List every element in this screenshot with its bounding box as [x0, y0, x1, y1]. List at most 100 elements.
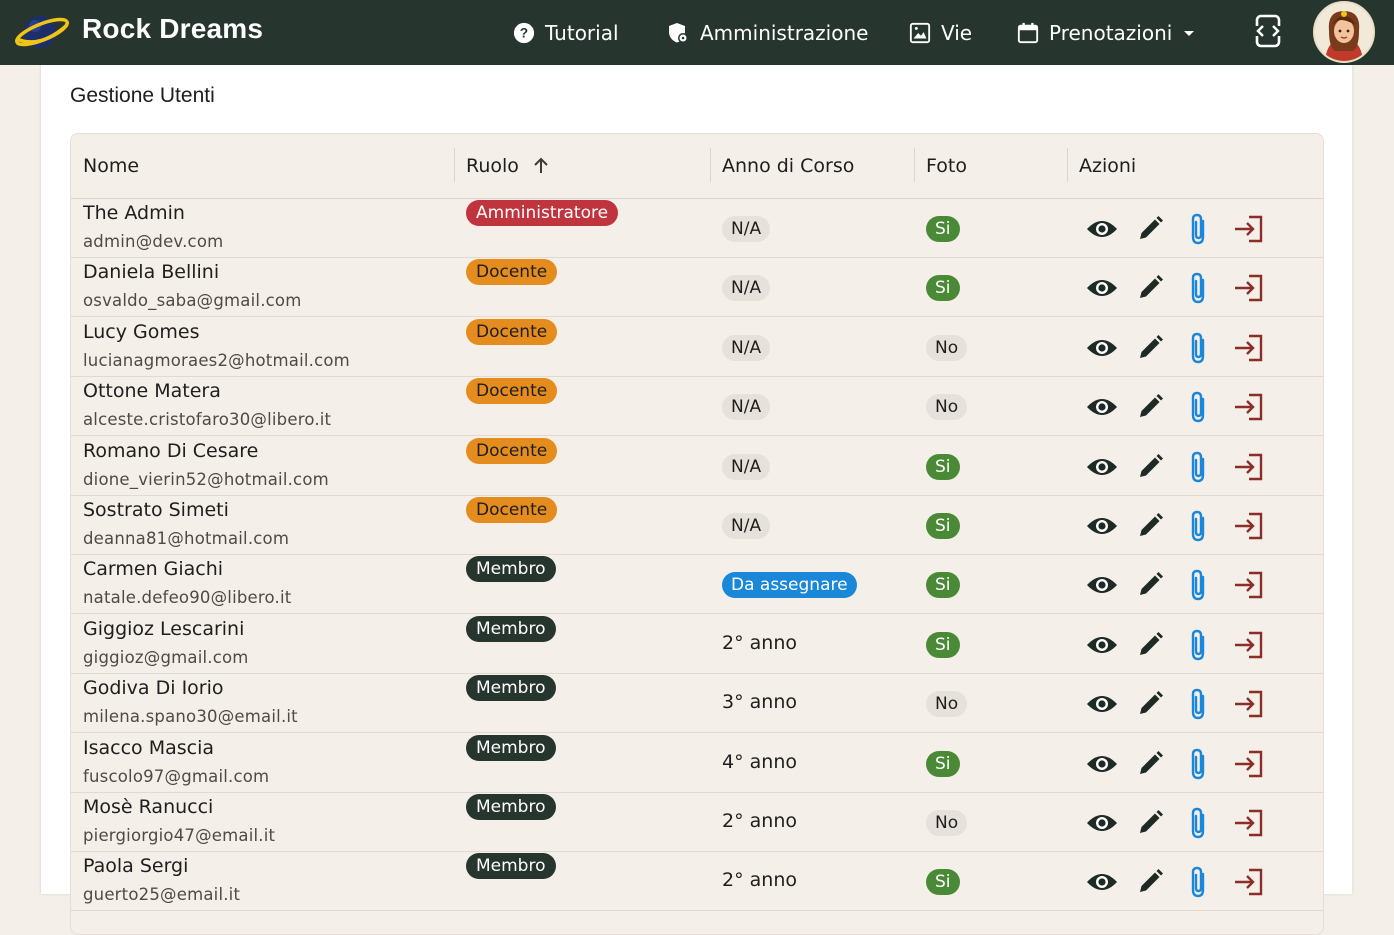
attach-file-button[interactable]: [1182, 391, 1216, 423]
table-row[interactable]: Romano Di Cesare dione_vierin52@hotmail.…: [71, 436, 1323, 496]
planet-logo-icon[interactable]: [12, 9, 72, 53]
swap-device-icon[interactable]: [1254, 14, 1282, 48]
column-header-nome[interactable]: Nome: [83, 134, 139, 198]
attach-file-button[interactable]: [1182, 273, 1216, 304]
user-name: Lucy Gomes: [83, 320, 200, 343]
attach-file-button[interactable]: [1182, 213, 1216, 245]
impersonate-login-button[interactable]: [1232, 630, 1266, 660]
nav-tutorial[interactable]: ? Tutorial: [513, 0, 619, 65]
role-badge: Docente: [466, 497, 558, 523]
edit-user-button[interactable]: [1133, 749, 1167, 779]
eye-icon: [1087, 339, 1117, 356]
table-row[interactable]: Giggioz Lescarini giggioz@gmail.com Memb…: [71, 614, 1323, 674]
view-user-button[interactable]: [1085, 630, 1119, 660]
impersonate-login-button[interactable]: [1232, 689, 1266, 719]
impersonate-login-button[interactable]: [1232, 452, 1266, 482]
attach-file-button[interactable]: [1182, 451, 1216, 482]
view-user-button[interactable]: [1085, 392, 1119, 422]
edit-user-button[interactable]: [1133, 511, 1167, 541]
impersonate-login-button[interactable]: [1232, 392, 1266, 422]
user-name: Daniela Bellini: [83, 261, 220, 284]
user-avatar[interactable]: [1313, 1, 1375, 63]
table-row[interactable]: Isacco Mascia fuscolo97@gmail.com Membro…: [71, 733, 1323, 793]
table-row[interactable]: The Admin admin@dev.com Amministratore N…: [71, 198, 1323, 258]
view-user-button[interactable]: [1085, 273, 1119, 303]
edit-user-button[interactable]: [1133, 630, 1167, 660]
column-header-anno[interactable]: Anno di Corso: [722, 134, 854, 198]
course-year-badge: N/A: [722, 453, 771, 480]
view-user-button[interactable]: [1085, 570, 1119, 600]
attach-file-button[interactable]: [1182, 629, 1216, 660]
table-row[interactable]: Daniela Bellini osvaldo_saba@gmail.com D…: [71, 257, 1323, 318]
view-user-button[interactable]: [1085, 808, 1119, 838]
help-icon: ?: [513, 22, 535, 43]
impersonate-login-button[interactable]: [1232, 808, 1266, 838]
attach-file-button[interactable]: [1182, 570, 1216, 601]
view-user-button[interactable]: [1085, 749, 1119, 779]
table-row[interactable]: Carmen Giachi natale.defeo90@libero.it M…: [71, 554, 1323, 615]
login-icon: [1235, 750, 1263, 777]
table-row[interactable]: Ottone Matera alceste.cristofaro30@liber…: [71, 376, 1323, 437]
impersonate-login-button[interactable]: [1232, 867, 1266, 897]
impersonate-login-button[interactable]: [1232, 214, 1266, 244]
nav-amministrazione-label: Amministrazione: [700, 20, 869, 45]
attach-file-button[interactable]: [1182, 807, 1216, 839]
attach-file-button[interactable]: [1182, 867, 1216, 898]
column-header-ruolo[interactable]: Ruolo: [466, 134, 551, 198]
eye-icon: [1087, 458, 1117, 475]
edit-user-button[interactable]: [1133, 214, 1167, 244]
paperclip-icon: [1191, 510, 1205, 542]
pencil-icon: [1140, 691, 1163, 715]
login-icon: [1235, 453, 1263, 480]
app-brand[interactable]: Rock Dreams: [82, 12, 263, 46]
impersonate-login-button[interactable]: [1232, 749, 1266, 779]
view-user-button[interactable]: [1085, 452, 1119, 482]
nav-amministrazione[interactable]: Amministrazione: [666, 0, 868, 65]
column-divider[interactable]: [1067, 148, 1068, 182]
column-divider[interactable]: [710, 148, 711, 182]
view-user-button[interactable]: [1085, 689, 1119, 719]
view-user-button[interactable]: [1085, 214, 1119, 244]
attach-file-button[interactable]: [1182, 510, 1216, 542]
user-name: Carmen Giachi: [83, 558, 224, 581]
user-email: deanna81@hotmail.com: [83, 529, 290, 548]
edit-user-button[interactable]: [1133, 570, 1167, 600]
edit-user-button[interactable]: [1133, 452, 1167, 482]
attach-file-button[interactable]: [1182, 748, 1216, 779]
eye-icon: [1087, 696, 1117, 713]
svg-text:?: ?: [520, 25, 528, 40]
nav-prenotazioni-label: Prenotazioni: [1049, 20, 1173, 45]
paperclip-icon: [1191, 213, 1205, 245]
table-row[interactable]: Mosè Ranucci piergiorgio47@email.it Memb…: [71, 792, 1323, 852]
course-year-badge: N/A: [722, 513, 771, 539]
arrow-up-icon[interactable]: [531, 156, 551, 176]
table-row[interactable]: Godiva Di Iorio milena.spano30@email.it …: [71, 673, 1323, 734]
edit-user-button[interactable]: [1133, 808, 1167, 838]
table-row[interactable]: Paola Sergi guerto25@email.it Membro 2° …: [71, 851, 1323, 912]
impersonate-login-button[interactable]: [1232, 333, 1266, 363]
paperclip-icon: [1191, 391, 1205, 423]
impersonate-login-button[interactable]: [1232, 511, 1266, 541]
edit-user-button[interactable]: [1133, 689, 1167, 719]
user-email: natale.defeo90@libero.it: [83, 588, 292, 608]
table-row[interactable]: Sostrato Simeti deanna81@hotmail.com Doc…: [71, 495, 1323, 555]
column-header-foto[interactable]: Foto: [926, 134, 967, 198]
column-divider[interactable]: [454, 148, 455, 182]
edit-user-button[interactable]: [1133, 392, 1167, 422]
nav-vie[interactable]: Vie: [909, 0, 972, 65]
nav-prenotazioni[interactable]: Prenotazioni: [1017, 0, 1196, 65]
column-divider[interactable]: [914, 148, 915, 182]
table-row[interactable]: Lucy Gomes lucianagmoraes2@hotmail.com D…: [71, 317, 1323, 377]
edit-user-button[interactable]: [1133, 867, 1167, 897]
view-user-button[interactable]: [1085, 511, 1119, 541]
view-user-button[interactable]: [1085, 333, 1119, 363]
impersonate-login-button[interactable]: [1232, 570, 1266, 600]
edit-user-button[interactable]: [1133, 273, 1167, 303]
attach-file-button[interactable]: [1182, 688, 1216, 720]
attach-file-button[interactable]: [1182, 332, 1216, 363]
column-header-azioni-label: Azioni: [1079, 155, 1137, 177]
user-email: fuscolo97@gmail.com: [83, 766, 270, 786]
view-user-button[interactable]: [1085, 867, 1119, 897]
impersonate-login-button[interactable]: [1232, 273, 1266, 303]
edit-user-button[interactable]: [1133, 333, 1167, 363]
